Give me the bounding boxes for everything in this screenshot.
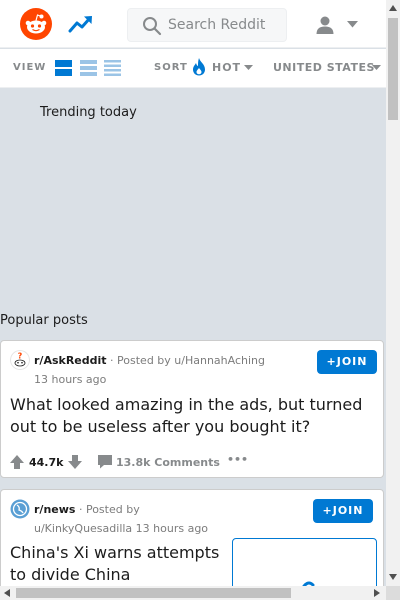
- post-card[interactable]: ? r/AskReddit · Posted by u/HannahAching…: [0, 340, 384, 478]
- comment-count: 13.8k Comments: [116, 456, 220, 469]
- view-compact-button[interactable]: [104, 59, 121, 77]
- post-title[interactable]: What looked amazing in the ads, but turn…: [10, 394, 380, 438]
- chevron-down-icon: [244, 65, 253, 70]
- vote-score: 44.7k: [29, 456, 64, 469]
- post-meta: r/news · Posted by u/KinkyQuesadilla 13 …: [34, 500, 208, 538]
- meta-separator: ·: [110, 354, 114, 367]
- subreddit-link[interactable]: r/AskReddit: [34, 354, 107, 367]
- askreddit-subreddit-icon: ?: [10, 350, 30, 370]
- search-input[interactable]: [168, 15, 280, 35]
- user-icon: [316, 16, 334, 34]
- horizontal-scroll-thumb[interactable]: [16, 588, 291, 598]
- vertical-scrollbar[interactable]: [386, 0, 400, 586]
- header: [0, 0, 386, 48]
- flame-icon: [193, 58, 205, 76]
- join-button[interactable]: +JOIN: [317, 350, 377, 374]
- sort-label: SORT: [154, 62, 188, 73]
- reddit-logo-icon[interactable]: [20, 8, 52, 40]
- popular-heading: Popular posts: [0, 313, 88, 328]
- downvote-icon[interactable]: [67, 454, 83, 470]
- subreddit-link[interactable]: r/news: [34, 503, 75, 516]
- posted-by[interactable]: Posted by u/HannahAching: [117, 354, 265, 367]
- comment-icon: [98, 455, 112, 469]
- scroll-right-arrow-icon[interactable]: [374, 589, 380, 597]
- sort-dropdown[interactable]: HOT: [192, 57, 260, 79]
- search-icon: [143, 17, 162, 36]
- trending-heading: Trending today: [40, 105, 137, 120]
- post-time: 13 hours ago: [34, 373, 107, 386]
- sort-bar: VIEW SORT HOT UNITED STATES: [0, 49, 386, 88]
- region-value: UNITED STATES: [273, 61, 375, 74]
- chevron-down-icon: [372, 65, 381, 70]
- post-actions: 44.7k 13.8k Comments •••: [7, 452, 377, 472]
- region-dropdown[interactable]: UNITED STATES: [272, 57, 384, 79]
- svg-text:?: ?: [18, 352, 23, 361]
- join-button[interactable]: +JOIN: [313, 499, 373, 523]
- post-meta: r/AskReddit · Posted by u/HannahAching 1…: [34, 351, 265, 389]
- scroll-down-arrow-icon[interactable]: [389, 574, 397, 580]
- view-card-button[interactable]: [55, 59, 72, 77]
- upvote-icon[interactable]: [9, 454, 25, 470]
- meta-separator: ·: [78, 503, 83, 516]
- vertical-scroll-thumb[interactable]: [388, 18, 398, 120]
- user-menu-button[interactable]: [312, 12, 364, 38]
- scrollbar-corner: [386, 586, 400, 600]
- scroll-left-arrow-icon[interactable]: [4, 589, 10, 597]
- news-subreddit-icon: [10, 499, 30, 519]
- trending-icon[interactable]: [68, 12, 94, 36]
- scroll-up-arrow-icon[interactable]: [389, 5, 397, 11]
- more-options-icon[interactable]: •••: [227, 453, 248, 471]
- post-title[interactable]: China's Xi warns attempts to divide Chin…: [10, 542, 225, 586]
- view-classic-button[interactable]: [80, 59, 97, 77]
- post-card[interactable]: r/news · Posted by u/KinkyQuesadilla 13 …: [0, 489, 384, 600]
- sort-value: HOT: [212, 61, 242, 74]
- horizontal-scrollbar[interactable]: [0, 586, 386, 600]
- chevron-down-icon: [347, 21, 358, 28]
- comments-button[interactable]: 13.8k Comments: [95, 453, 225, 471]
- view-label: VIEW: [13, 62, 47, 73]
- post-author-time[interactable]: u/KinkyQuesadilla 13 hours ago: [34, 519, 208, 538]
- posted-by: Posted by: [85, 503, 140, 516]
- search-box[interactable]: [127, 8, 287, 42]
